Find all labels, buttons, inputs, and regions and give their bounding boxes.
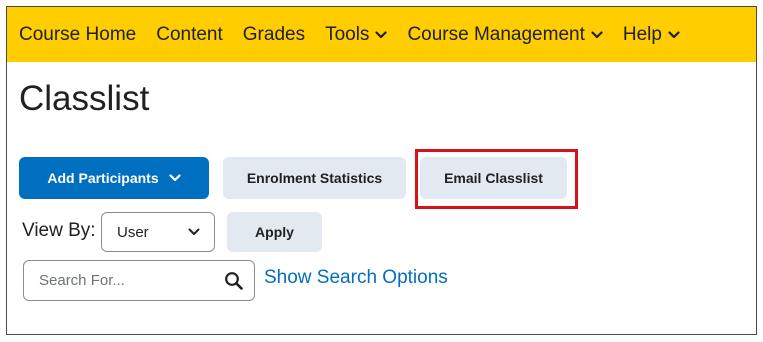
nav-label: Grades <box>242 23 306 45</box>
nav-help[interactable]: Help <box>623 24 680 46</box>
show-search-options-link[interactable]: Show Search Options <box>264 267 448 289</box>
enrolment-statistics-label: Enrolment Statistics <box>246 170 383 186</box>
add-participants-button[interactable]: Add Participants <box>19 157 209 199</box>
chevron-down-icon <box>169 174 181 182</box>
apply-button[interactable]: Apply <box>227 212 322 252</box>
nav-grades[interactable]: Grades <box>243 24 305 46</box>
nav-content[interactable]: Content <box>156 24 223 46</box>
classlist-panel: Course Home Content Grades Tools Course … <box>6 6 757 335</box>
apply-label: Apply <box>255 224 294 240</box>
search-icon[interactable] <box>224 271 244 291</box>
nav-course-home[interactable]: Course Home <box>19 24 136 46</box>
email-classlist-label: Email Classlist <box>444 170 543 186</box>
nav-label: Help <box>622 23 662 45</box>
page-title: Classlist <box>19 79 150 118</box>
search-placeholder: Search For... <box>39 272 125 289</box>
nav-course-management[interactable]: Course Management <box>407 23 603 46</box>
chevron-down-icon <box>188 228 200 236</box>
course-navbar: Course Home Content Grades Tools Course … <box>7 7 756 62</box>
chevron-down-icon <box>375 30 388 39</box>
chevron-down-icon <box>591 30 603 39</box>
add-participants-label: Add Participants <box>47 170 159 186</box>
enrolment-statistics-button[interactable]: Enrolment Statistics <box>223 157 406 199</box>
view-by-select[interactable]: User <box>101 212 215 252</box>
nav-tools[interactable]: Tools <box>325 23 388 46</box>
nav-label: Course Management <box>407 23 585 45</box>
email-classlist-button[interactable]: Email Classlist <box>420 157 567 199</box>
search-input[interactable]: Search For... <box>23 260 255 301</box>
view-by-label: View By: <box>22 220 96 241</box>
nav-label: Tools <box>325 23 370 45</box>
nav-label: Content <box>156 23 223 45</box>
nav-label: Course Home <box>19 23 137 45</box>
view-by-selected: User <box>117 223 149 241</box>
chevron-down-icon <box>668 30 680 39</box>
